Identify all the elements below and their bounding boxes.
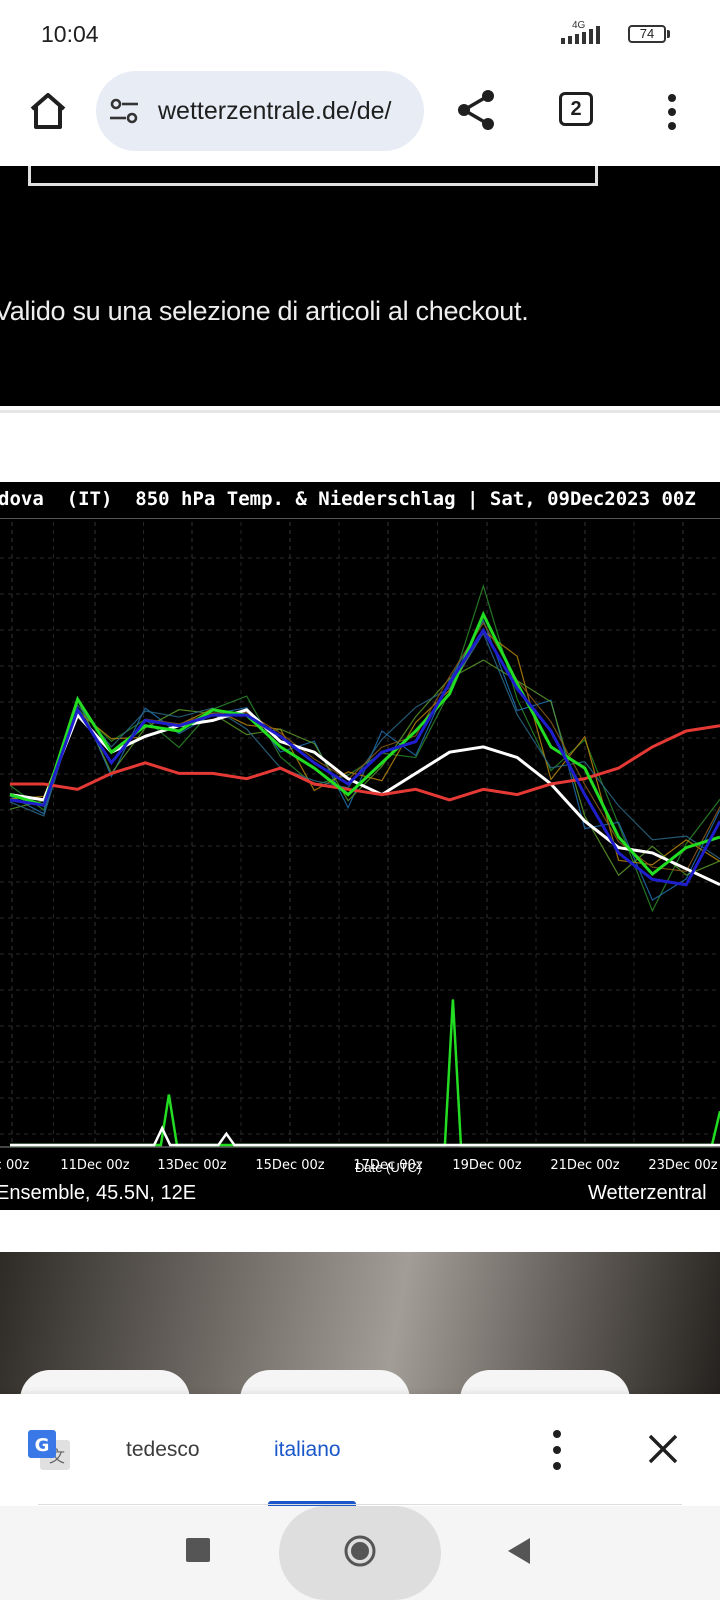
recents-icon[interactable]	[186, 1538, 210, 1562]
web-content[interactable]: Valido su una selezione di articoli al c…	[0, 166, 720, 1394]
chart-canvas: c 00z11Dec 00z13Dec 00z15Dec 00z17Dec 00…	[0, 522, 720, 1173]
chart-title: dova (IT) 850 hPa Temp. & Niederschlag |…	[0, 488, 696, 510]
x-tick-label: 13Dec 00z	[157, 1158, 226, 1173]
x-tick-label: 11Dec 00z	[60, 1158, 129, 1173]
translate-bar-divider	[38, 1504, 682, 1505]
more-vert-icon[interactable]	[542, 1424, 572, 1476]
home-circle-icon[interactable]	[343, 1534, 377, 1568]
battery-icon: 74	[628, 25, 666, 43]
url-text[interactable]: wetterzentrale.de/de/	[158, 97, 408, 126]
status-bar: 10:04 4G 74	[0, 0, 720, 70]
x-tick-label: 19Dec 00z	[452, 1158, 521, 1173]
chart-footer-left: Ensemble, 45.5N, 12E	[0, 1182, 197, 1204]
x-tick-label: 23Dec 00z	[648, 1158, 717, 1173]
divider	[0, 410, 720, 413]
browser-toolbar: wetterzentrale.de/de/ 2	[0, 70, 720, 166]
site-settings-icon[interactable]	[108, 97, 140, 125]
x-axis-title: Date (UTC)	[355, 1160, 422, 1175]
image-lettering	[240, 1370, 410, 1394]
x-tick-label: 15Dec 00z	[255, 1158, 324, 1173]
image-lettering	[20, 1370, 190, 1394]
source-language-tab[interactable]: tedesco	[126, 1438, 200, 1462]
system-nav-bar	[0, 1506, 720, 1600]
translate-bar: 文 G tedesco italiano	[0, 1394, 720, 1506]
google-translate-icon: 文 G	[28, 1430, 70, 1470]
article-image[interactable]	[0, 1252, 720, 1394]
series-line-mean	[9, 708, 720, 887]
x-tick-label: c 00z	[0, 1158, 29, 1173]
image-lettering	[460, 1370, 630, 1394]
precip-line	[10, 1125, 720, 1147]
ensemble-member-line	[9, 618, 720, 901]
url-bar[interactable]: wetterzentrale.de/de/	[96, 71, 424, 151]
precip-line	[10, 999, 720, 1147]
series-line-member	[9, 627, 720, 887]
signal-icon	[561, 26, 600, 44]
battery-cap	[667, 30, 670, 38]
svg-text:G: G	[35, 1435, 50, 1456]
tab-count: 2	[570, 98, 582, 120]
clock: 10:04	[41, 21, 99, 47]
chart-title-rule	[0, 518, 720, 519]
ad-banner[interactable]: Valido su una selezione di articoli al c…	[0, 166, 720, 406]
close-icon[interactable]	[646, 1432, 680, 1466]
more-vert-icon[interactable]	[652, 88, 692, 136]
ad-text: Valido su una selezione di articoli al c…	[0, 296, 529, 326]
tab-switcher-icon[interactable]: 2	[559, 92, 593, 126]
back-icon[interactable]	[506, 1536, 532, 1566]
battery-level: 74	[639, 26, 655, 41]
chart-footer-right: Wetterzentral	[588, 1182, 707, 1204]
series-line-member	[9, 610, 720, 877]
home-icon[interactable]	[24, 87, 72, 135]
ensemble-chart[interactable]: c 00z11Dec 00z13Dec 00z15Dec 00z17Dec 00…	[0, 482, 720, 1210]
x-tick-label: 21Dec 00z	[550, 1158, 619, 1173]
ad-frame	[28, 166, 598, 186]
share-icon[interactable]	[452, 86, 500, 134]
target-language-tab[interactable]: italiano	[274, 1438, 341, 1462]
